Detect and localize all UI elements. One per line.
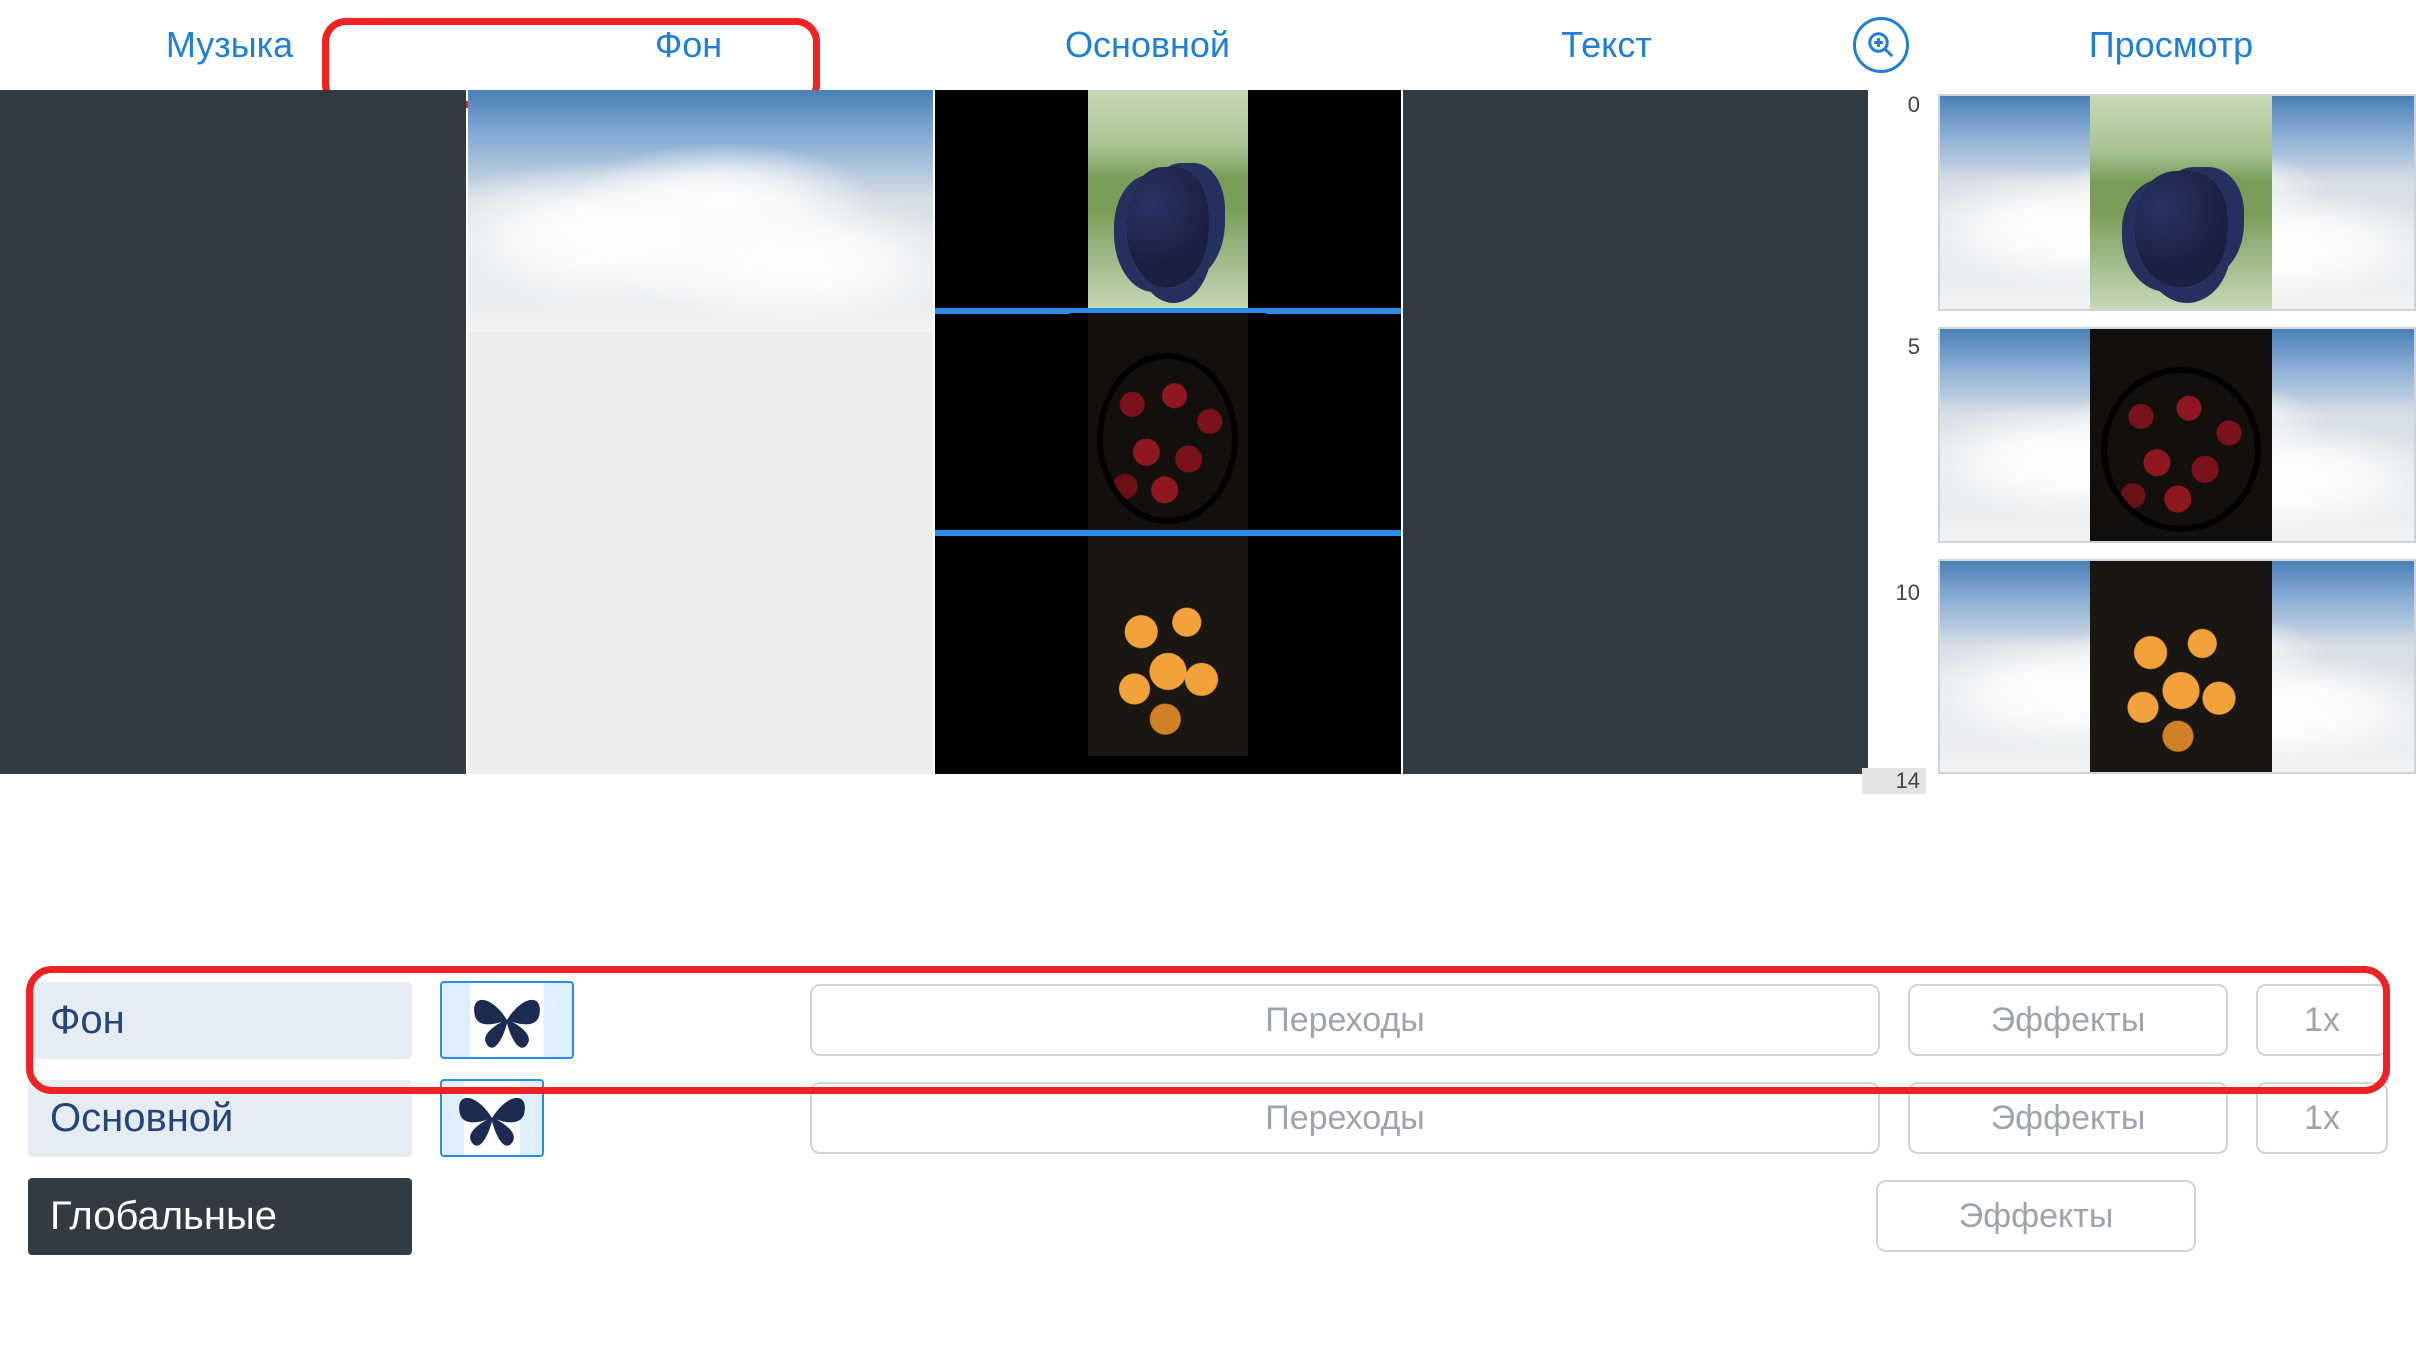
background-track[interactable] <box>468 90 934 774</box>
background-clip-clouds[interactable] <box>468 90 934 332</box>
main-area: 0 5 10 14 <box>0 90 2416 774</box>
effects-button[interactable]: Эффекты <box>1908 984 2228 1056</box>
ruler-mark: 5 <box>1908 334 1920 360</box>
text-track[interactable] <box>1403 90 1869 774</box>
row-background: Фон Переходы Эффекты 1x <box>28 974 2388 1066</box>
speed-button[interactable]: 1x <box>2256 984 2388 1056</box>
music-track[interactable] <box>0 90 466 774</box>
transitions-button[interactable]: Переходы <box>810 984 1880 1056</box>
zoom-button[interactable] <box>1853 17 1909 73</box>
row-label-background[interactable]: Фон <box>28 982 412 1059</box>
butterfly-icon <box>467 989 547 1051</box>
timeline-tracks <box>0 90 1870 774</box>
ruler-mark: 0 <box>1908 92 1920 118</box>
tab-text[interactable]: Текст <box>1377 12 1836 78</box>
zoom-icon <box>1866 30 1896 60</box>
grapes-image <box>2090 96 2272 309</box>
main-clip-grapes[interactable] <box>1070 90 1266 310</box>
speed-button[interactable]: 1x <box>2256 1082 2388 1154</box>
row-label-main[interactable]: Основной <box>28 1080 412 1157</box>
main-clip-tangerines[interactable] <box>1070 536 1266 756</box>
main-track[interactable] <box>935 90 1401 774</box>
tab-music[interactable]: Музыка <box>0 12 459 78</box>
preview-thumb-cherries[interactable] <box>1938 327 2416 542</box>
tab-background[interactable]: Фон <box>459 12 918 78</box>
ruler-mark: 10 <box>1896 580 1920 606</box>
effects-button[interactable]: Эффекты <box>1876 1180 2196 1252</box>
bottom-panel: Фон Переходы Эффекты 1x Основной Переход… <box>0 974 2416 1262</box>
top-tabs: Музыка Фон Основной Текст Просмотр <box>0 0 2416 90</box>
tangerines-image <box>2090 561 2272 772</box>
preview-thumb-tangerines[interactable] <box>1938 559 2416 774</box>
time-ruler[interactable]: 0 5 10 14 <box>1870 90 1926 774</box>
butterfly-icon <box>452 1087 532 1149</box>
tangerines-image <box>1088 536 1248 756</box>
transitions-button[interactable]: Переходы <box>810 1082 1880 1154</box>
tab-preview[interactable]: Просмотр <box>1926 24 2416 66</box>
effects-button[interactable]: Эффекты <box>1908 1082 2228 1154</box>
grapes-image <box>1088 90 1248 310</box>
preview-column <box>1926 90 2416 774</box>
preview-center <box>2090 96 2272 309</box>
preview-thumb-grapes[interactable] <box>1938 94 2416 311</box>
cherries-image <box>2090 329 2272 540</box>
tab-main[interactable]: Основной <box>918 12 1377 78</box>
row-global: Глобальные Эффекты <box>28 1170 2388 1262</box>
zoom-button-container <box>1836 17 1926 73</box>
cherries-image <box>1088 313 1248 533</box>
preview-center <box>2090 329 2272 540</box>
animation-butterfly-button[interactable] <box>440 1079 544 1157</box>
animation-butterfly-button[interactable] <box>440 981 574 1059</box>
row-label-global[interactable]: Глобальные <box>28 1178 412 1255</box>
preview-center <box>2090 561 2272 772</box>
ruler-current-time: 14 <box>1862 768 1926 794</box>
row-main: Основной Переходы Эффекты 1x <box>28 1072 2388 1164</box>
main-clip-cherries[interactable] <box>1070 313 1266 533</box>
